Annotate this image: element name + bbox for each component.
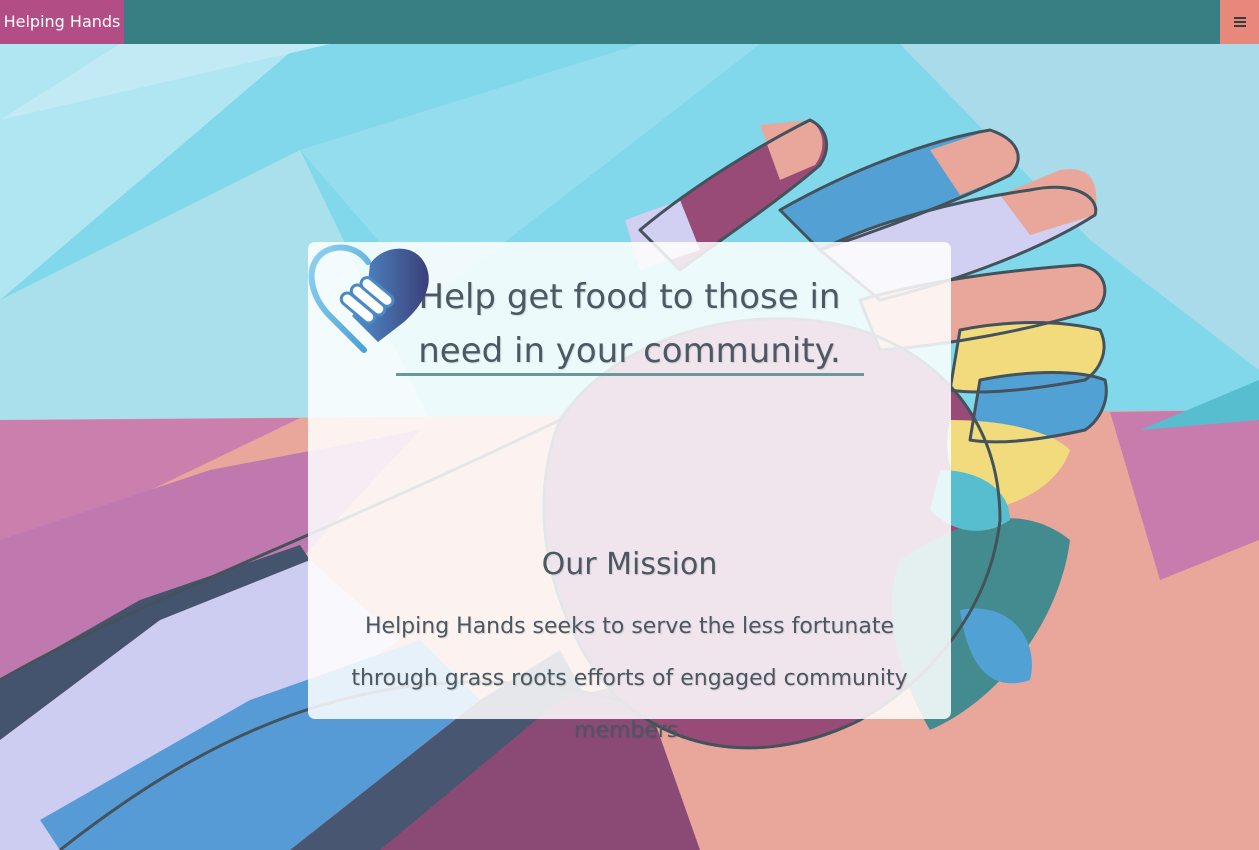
heart-handshake-icon [308, 244, 429, 353]
mission-heading: Our Mission [541, 547, 718, 582]
top-navbar: Helping Hands [0, 0, 1259, 44]
hero-headline: Help get food to those in need in your c… [418, 277, 841, 371]
brand-link[interactable]: Helping Hands [0, 0, 124, 44]
mission-statement: Helping Hands seeks to serve the less fo… [351, 614, 908, 743]
menu-toggle-button[interactable] [1220, 0, 1259, 44]
hero-section: Help get food to those in need in your c… [0, 44, 1259, 850]
headline-underline [396, 373, 864, 376]
hamburger-menu-icon [1233, 17, 1246, 27]
mission-card: Help get food to those in need in your c… [308, 242, 951, 743]
